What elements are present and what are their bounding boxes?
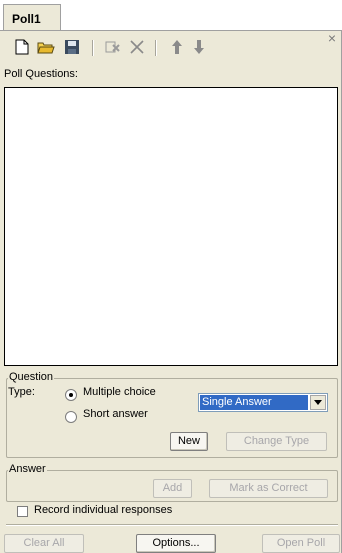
short-answer-radio[interactable] [65, 411, 77, 423]
options-button[interactable]: Options... [136, 534, 216, 553]
new-button[interactable]: New [170, 432, 208, 451]
record-responses-label: Record individual responses [34, 504, 173, 516]
chevron-down-icon[interactable] [310, 395, 326, 410]
tab-poll1-label: Poll1 [12, 12, 41, 26]
poll-questions-label: Poll Questions: [4, 68, 78, 80]
clear-icon[interactable] [104, 38, 122, 56]
footer-divider [6, 524, 338, 526]
multiple-choice-label: Multiple choice [83, 386, 156, 398]
type-label: Type: [8, 386, 35, 398]
short-answer-label: Short answer [83, 408, 148, 420]
move-down-icon[interactable] [190, 38, 208, 56]
answer-mode-select[interactable]: Single Answer [198, 393, 328, 412]
toolbar-separator [92, 40, 94, 56]
poll-questions-list[interactable] [4, 87, 338, 366]
delete-icon[interactable] [128, 38, 146, 56]
open-poll-button[interactable]: Open Poll [262, 534, 340, 553]
move-up-icon[interactable] [168, 38, 186, 56]
question-group-legend: Question [8, 371, 55, 383]
multiple-choice-radio[interactable] [65, 389, 77, 401]
toolbar-separator [155, 40, 157, 56]
add-answer-button[interactable]: Add [153, 479, 192, 498]
answer-mode-value: Single Answer [200, 395, 308, 410]
new-document-icon[interactable] [13, 38, 31, 56]
mark-as-correct-button[interactable]: Mark as Correct [209, 479, 328, 498]
record-responses-checkbox[interactable] [17, 506, 28, 517]
close-icon[interactable]: × [325, 31, 339, 45]
save-icon[interactable] [63, 38, 81, 56]
clear-all-button[interactable]: Clear All [4, 534, 84, 553]
open-folder-icon[interactable] [37, 38, 55, 56]
answer-group-legend: Answer [8, 463, 47, 475]
change-type-button[interactable]: Change Type [226, 432, 327, 451]
